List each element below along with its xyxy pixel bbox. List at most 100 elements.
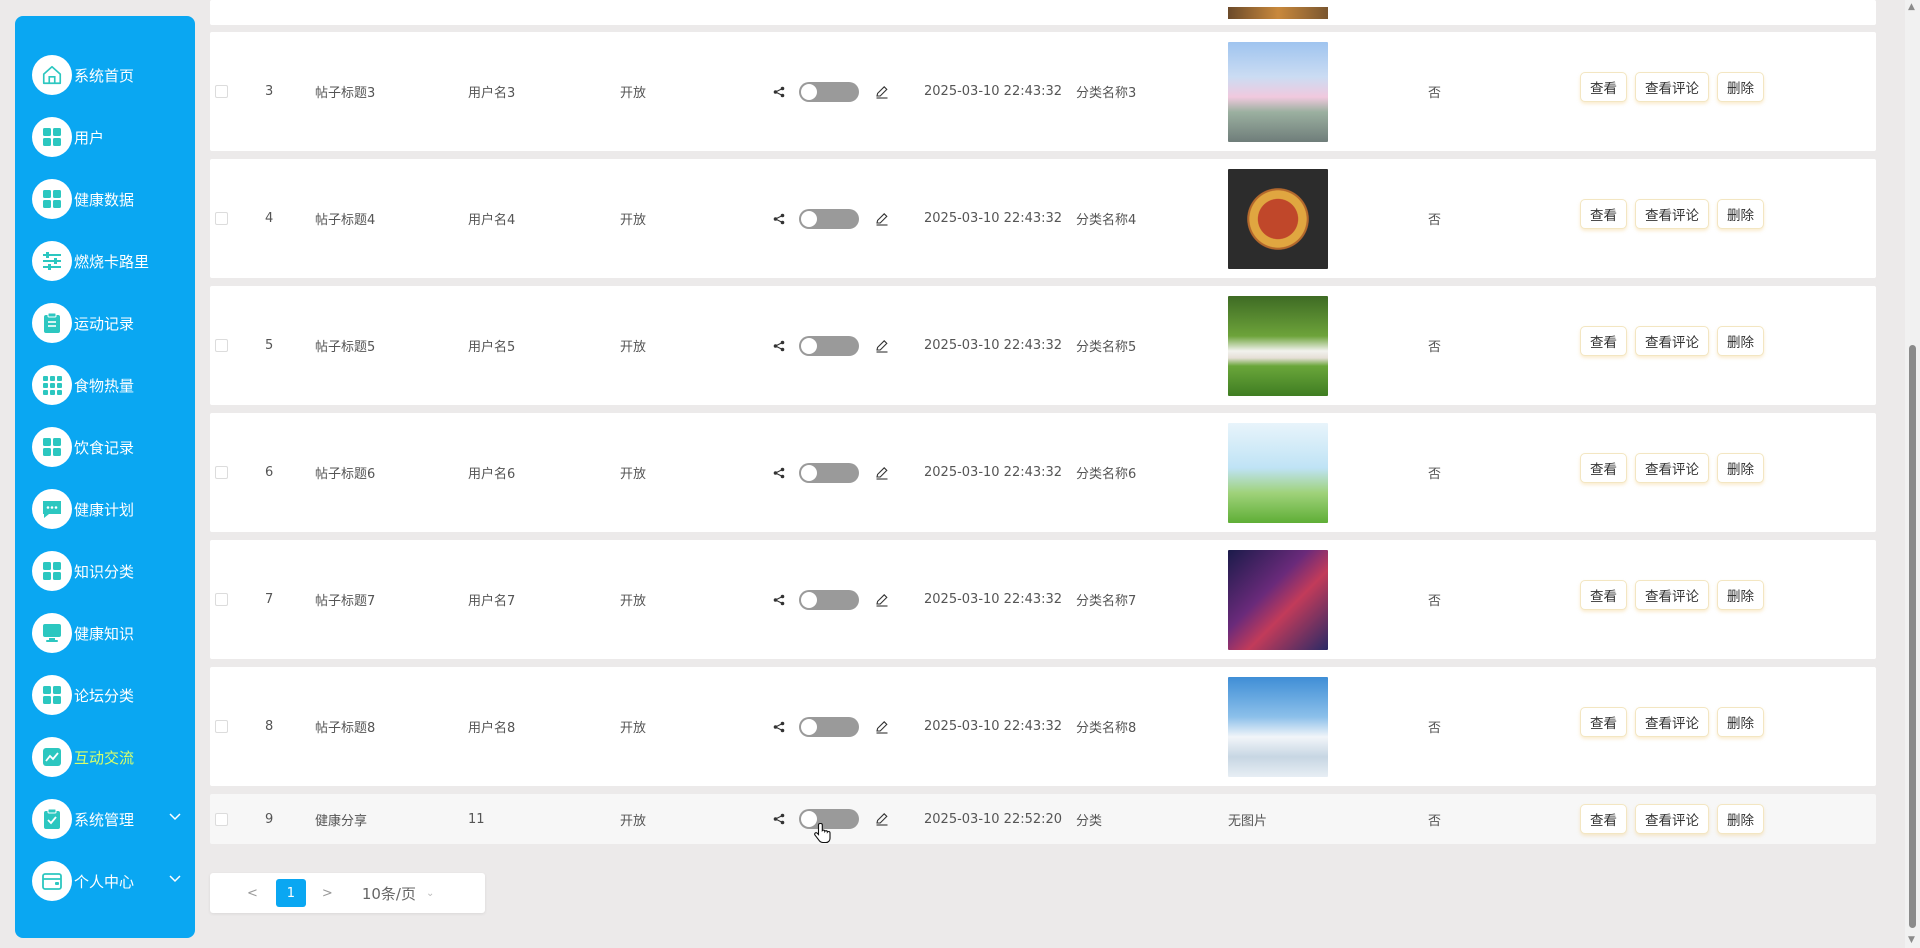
hand-cursor-icon xyxy=(814,822,831,844)
view-button[interactable]: 查看 xyxy=(1580,453,1627,483)
sidebar-item[interactable]: 个人中心 xyxy=(15,850,195,912)
share-icon[interactable] xyxy=(773,213,785,225)
edit-icon[interactable] xyxy=(875,466,889,480)
grid-icon xyxy=(32,117,72,157)
toggle-switch[interactable] xyxy=(799,208,859,229)
delete-button[interactable]: 删除 xyxy=(1717,453,1764,483)
share-icon[interactable] xyxy=(773,813,785,825)
chevron-down-icon xyxy=(169,872,181,886)
sidebar-item[interactable]: 用户 xyxy=(15,106,195,168)
row-checkbox[interactable] xyxy=(215,212,228,225)
toggle-switch[interactable] xyxy=(799,81,859,102)
prev-page-button[interactable]: < xyxy=(247,886,258,901)
row-checkbox-cell xyxy=(215,413,235,532)
row-index: 5 xyxy=(265,338,274,353)
post-status: 开放 xyxy=(620,594,647,609)
view-comments-button[interactable]: 查看评论 xyxy=(1635,580,1709,610)
row-index: 3 xyxy=(265,84,274,99)
share-icon[interactable] xyxy=(773,594,785,606)
edit-icon[interactable] xyxy=(875,812,889,826)
page-size-select[interactable]: 10条/页 ⌄ xyxy=(362,883,435,904)
scroll-up-arrow-icon[interactable]: ▲ xyxy=(1908,2,1915,12)
post-thumbnail-image[interactable] xyxy=(1228,422,1328,523)
toggle-switch[interactable] xyxy=(799,589,859,610)
post-thumbnail-image[interactable] xyxy=(1228,168,1328,269)
sidebar-item[interactable]: 健康知识 xyxy=(15,602,195,664)
delete-button[interactable]: 删除 xyxy=(1717,707,1764,737)
post-status: 开放 xyxy=(620,467,647,482)
row-checkbox[interactable] xyxy=(215,85,228,98)
sidebar-item-label: 食物热量 xyxy=(74,376,135,395)
view-comments-button[interactable]: 查看评论 xyxy=(1635,199,1709,229)
table-row: 7 帖子标题7 用户名7 开放 2025-03-10 22:43:32 分类名称7 否 查看查… xyxy=(210,540,1876,659)
view-comments-button[interactable]: 查看评论 xyxy=(1635,804,1709,834)
view-button[interactable]: 查看 xyxy=(1580,580,1627,610)
scroll-down-arrow-icon[interactable]: ▼ xyxy=(1908,935,1915,945)
thumbnail-cell xyxy=(1228,413,1328,532)
view-button[interactable]: 查看 xyxy=(1580,326,1627,356)
page-number-current[interactable]: 1 xyxy=(275,879,306,907)
row-checkbox[interactable] xyxy=(215,812,228,826)
view-button[interactable]: 查看 xyxy=(1580,72,1627,102)
delete-button[interactable]: 删除 xyxy=(1717,804,1764,834)
share-icon[interactable] xyxy=(773,721,785,733)
row-checkbox[interactable] xyxy=(215,593,228,606)
edit-icon[interactable] xyxy=(875,85,889,99)
post-thumbnail-image[interactable] xyxy=(1228,549,1328,650)
edit-icon[interactable] xyxy=(875,593,889,607)
edit-icon[interactable] xyxy=(875,339,889,353)
sidebar-item[interactable]: 饮食记录 xyxy=(15,416,195,478)
sidebar-item[interactable]: 系统管理 xyxy=(15,788,195,850)
post-thumbnail-image[interactable] xyxy=(1228,41,1328,142)
row-buttons: 查看 查看评论 删除 xyxy=(1580,794,1772,844)
sidebar-item[interactable]: 食物热量 xyxy=(15,354,195,416)
post-title: 健康分享 xyxy=(315,813,368,829)
post-category: 分类名称7 xyxy=(1076,594,1137,609)
view-comments-button[interactable]: 查看评论 xyxy=(1635,707,1709,737)
post-category: 分类 xyxy=(1076,813,1103,829)
delete-button[interactable]: 删除 xyxy=(1717,72,1764,102)
sidebar-item[interactable]: 运动记录 xyxy=(15,292,195,354)
toggle-switch[interactable] xyxy=(799,462,859,483)
edit-icon[interactable] xyxy=(875,720,889,734)
post-title: 帖子标题7 xyxy=(315,594,376,609)
sidebar-item[interactable]: 健康数据 xyxy=(15,168,195,230)
row-checkbox[interactable] xyxy=(215,466,228,479)
edit-icon[interactable] xyxy=(875,212,889,226)
share-icon[interactable] xyxy=(773,340,785,352)
view-comments-button[interactable]: 查看评论 xyxy=(1635,453,1709,483)
sidebar-item-label: 运动记录 xyxy=(74,314,135,333)
row-index: 7 xyxy=(265,592,274,607)
row-checkbox-cell xyxy=(215,667,235,786)
scrollbar-thumb[interactable] xyxy=(1909,345,1916,928)
view-button[interactable]: 查看 xyxy=(1580,804,1627,834)
view-button[interactable]: 查看 xyxy=(1580,707,1627,737)
view-button[interactable]: 查看 xyxy=(1580,199,1627,229)
sidebar-item[interactable]: 燃烧卡路里 xyxy=(15,230,195,292)
sidebar-item[interactable]: 论坛分类 xyxy=(15,664,195,726)
view-comments-button[interactable]: 查看评论 xyxy=(1635,326,1709,356)
view-comments-button[interactable]: 查看评论 xyxy=(1635,72,1709,102)
toggle-switch[interactable] xyxy=(799,716,859,737)
toggle-switch[interactable] xyxy=(799,335,859,356)
sidebar-item[interactable]: 健康计划 xyxy=(15,478,195,540)
sidebar-item[interactable]: 互动交流 xyxy=(15,726,195,788)
page-scrollbar[interactable]: ▲ ▼ xyxy=(1905,0,1920,948)
share-icon[interactable] xyxy=(773,86,785,98)
row-checkbox[interactable] xyxy=(215,339,228,352)
next-page-button[interactable]: > xyxy=(322,886,333,901)
toggle-knob xyxy=(801,83,817,100)
pagination: < 1 > 10条/页 ⌄ xyxy=(210,873,485,913)
post-status: 开放 xyxy=(620,813,647,829)
delete-button[interactable]: 删除 xyxy=(1717,326,1764,356)
sidebar-item-label: 知识分类 xyxy=(74,562,135,581)
sidebar-item[interactable]: 知识分类 xyxy=(15,540,195,602)
delete-button[interactable]: 删除 xyxy=(1717,580,1764,610)
post-thumbnail-image[interactable] xyxy=(1228,295,1328,396)
post-thumbnail-image[interactable] xyxy=(1228,676,1328,777)
share-icon[interactable] xyxy=(773,467,785,479)
delete-button[interactable]: 删除 xyxy=(1717,199,1764,229)
row-checkbox[interactable] xyxy=(215,720,228,733)
sidebar-item-label: 用户 xyxy=(74,128,105,147)
sidebar-item[interactable]: 系统首页 xyxy=(15,44,195,106)
